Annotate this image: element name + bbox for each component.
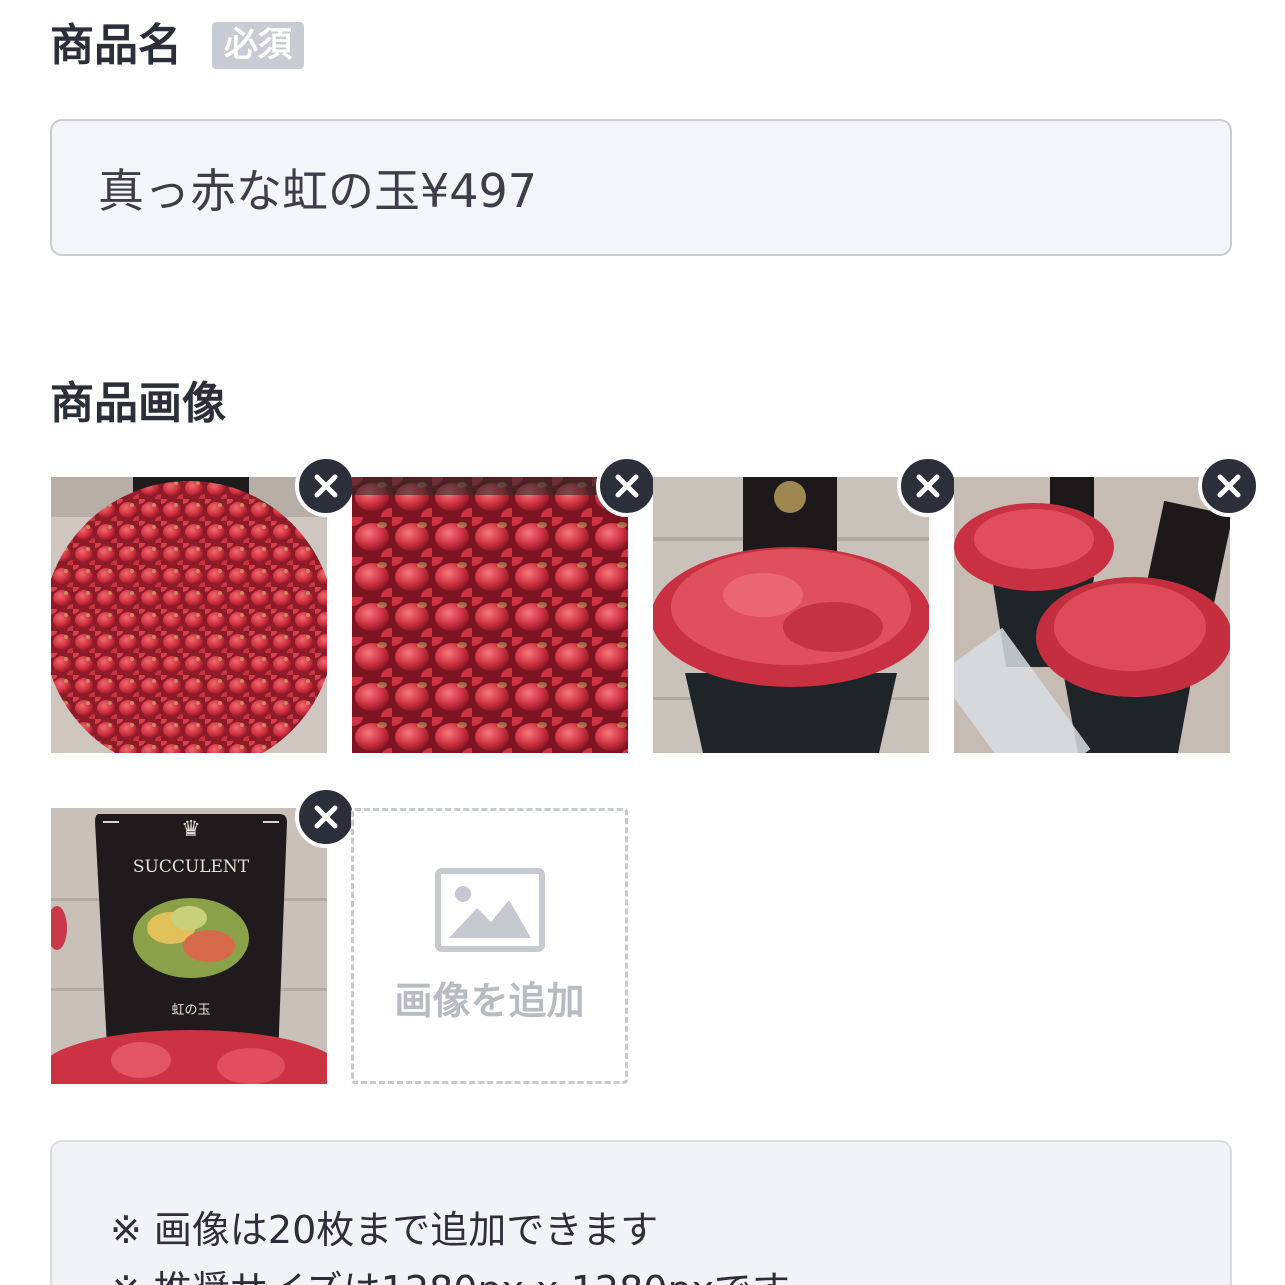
product-photo-5: ♛ SUCCULENT 虹の玉 (51, 808, 327, 1084)
product-photo-thumb-2[interactable] (352, 455, 658, 753)
add-image-button[interactable]: 画像を追加 (351, 808, 628, 1084)
notice-line-1: ※ 画像は20枚まで追加できます (110, 1208, 659, 1252)
remove-photo-button-2[interactable] (596, 455, 658, 517)
remove-photo-button-5[interactable] (295, 786, 357, 848)
remove-photo-button-1[interactable] (295, 455, 357, 517)
tag-title: SUCCULENT (133, 857, 250, 877)
image-placeholder-icon (434, 867, 545, 952)
close-icon (1217, 474, 1241, 498)
product-photo-3 (653, 477, 929, 753)
add-image-label: 画像を追加 (394, 978, 585, 1023)
remove-photo-button-4[interactable] (1198, 455, 1260, 517)
product-photo-thumb-3[interactable] (653, 455, 959, 753)
product-photo-2 (352, 477, 628, 753)
close-icon (916, 474, 940, 498)
notice-line-2: ※ 推奨サイズは1280px x 1280pxです (110, 1260, 1230, 1285)
product-form: 商品名 必須 真っ赤な虹の玉¥497 商品画像 ♛ SUCCULENT 虹の玉 … (0, 0, 1285, 1285)
product-photo-1 (51, 477, 327, 753)
close-icon (314, 805, 338, 829)
product-name-value: 真っ赤な虹の玉¥497 (98, 163, 538, 218)
product-photo-4 (954, 477, 1230, 753)
required-badge: 必須 (212, 22, 304, 70)
svg-text:♛: ♛ (181, 817, 201, 842)
tag-subtitle: 虹の玉 (171, 1003, 210, 1018)
close-icon (314, 474, 338, 498)
product-photo-thumb-5[interactable]: ♛ SUCCULENT 虹の玉 (51, 786, 357, 1084)
product-name-label-row: 商品名 必須 (50, 19, 304, 71)
remove-photo-button-3[interactable] (897, 455, 959, 517)
product-name-label: 商品名 (50, 19, 182, 71)
close-icon (615, 474, 639, 498)
product-name-input[interactable]: 真っ赤な虹の玉¥497 (50, 119, 1232, 256)
product-photo-thumb-4[interactable] (954, 455, 1260, 753)
product-photo-thumb-1[interactable] (51, 455, 357, 753)
product-images-label: 商品画像 (50, 378, 226, 429)
image-notice-box: ※ 画像は20枚まで追加できます ※ 推奨サイズは1280px x 1280px… (50, 1140, 1232, 1285)
